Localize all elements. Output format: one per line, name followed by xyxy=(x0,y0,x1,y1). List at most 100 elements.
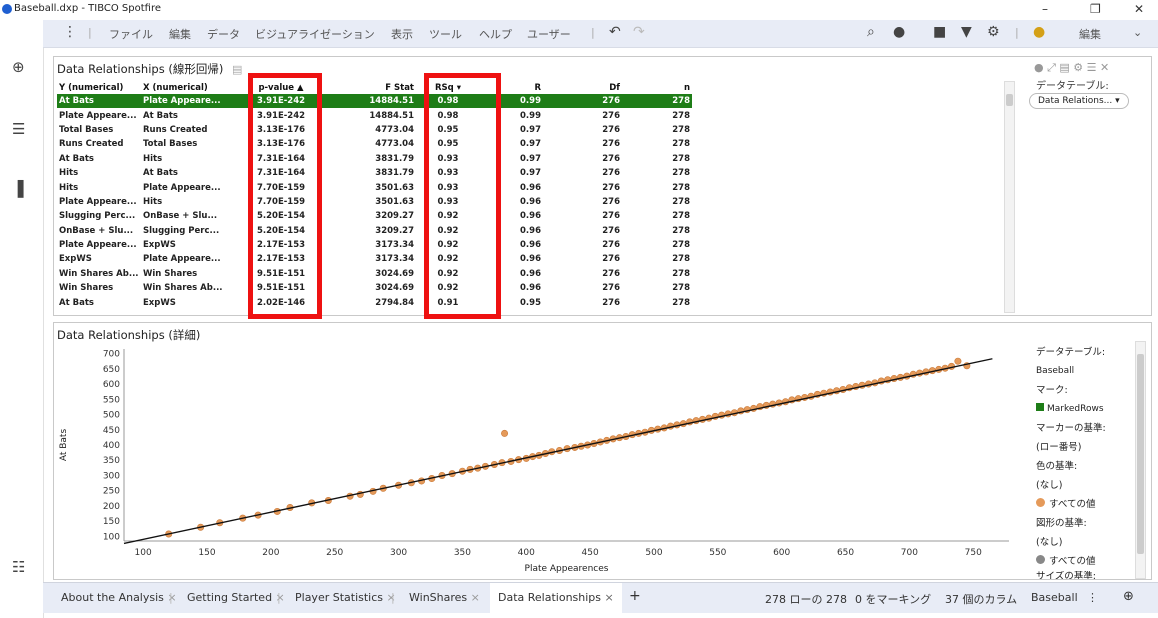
tab-winshares[interactable]: WinShares × xyxy=(409,591,480,604)
table-row[interactable]: At Bats ExpWS 2.02E-146 2794.84 0.91 0.95 276 2… xyxy=(57,295,692,309)
data-point[interactable] xyxy=(954,357,962,365)
menu-tools[interactable]: ツール xyxy=(429,26,462,42)
menu-visualization[interactable]: ビジュアライゼーション xyxy=(255,26,375,42)
column-header-fstat[interactable]: F Stat xyxy=(313,82,416,94)
panel-toolbar-icons[interactable]: ● ⤢ ▤ ⚙ ☰ ✕ xyxy=(1034,61,1109,75)
minimize-button[interactable]: – xyxy=(1042,2,1048,16)
column-header-x[interactable]: X (numerical) xyxy=(141,82,249,94)
table-row[interactable]: ExpWS Plate Appeare... 2.17E-153 3173.34 0.9… xyxy=(57,252,692,266)
add-icon[interactable]: ⊕ xyxy=(12,58,25,76)
tab-label: About the Analysis xyxy=(61,591,164,604)
close-tab-icon[interactable]: × xyxy=(605,591,614,604)
table-cell-fstat: 3024.69 xyxy=(375,268,414,279)
legend-color-by-label: 色の基準: xyxy=(1036,461,1078,472)
close-tab-icon[interactable]: × xyxy=(471,591,480,604)
legend-mark-label: マーク: xyxy=(1036,385,1068,396)
x-tick-label: 750 xyxy=(965,548,982,558)
menu-view[interactable]: 表示 xyxy=(391,26,413,42)
legend-shape-item[interactable]: すべての値 xyxy=(1036,552,1136,571)
scatter-plot[interactable]: 100 150 200 250 300 350 400 450 500 550 600 650 700 7… xyxy=(54,341,1014,577)
table-row[interactable]: Hits At Bats 7.31E-164 3831.79 0.93 0.97 276 27… xyxy=(57,166,692,180)
table-cell-x: Plate Appeare... xyxy=(143,182,221,193)
table-row[interactable]: Plate Appeare... Hits 7.70E-159 3501.63 0.93… xyxy=(57,195,692,209)
globe-icon[interactable]: ⊕ xyxy=(1123,589,1134,604)
legend-datatable-label: データテーブル: xyxy=(1036,347,1106,358)
settings-icon[interactable]: ⚙ xyxy=(987,24,1000,40)
more-menu-icon[interactable]: ⋮ xyxy=(63,24,77,40)
tab-player-statistics[interactable]: Player Statistics × xyxy=(295,591,396,604)
legend-mark-item[interactable]: MarkedRows xyxy=(1036,400,1136,419)
close-button[interactable]: ✕ xyxy=(1134,2,1144,16)
menu-edit[interactable]: 編集 xyxy=(169,26,191,42)
bookmark-icon[interactable]: ■ xyxy=(933,24,946,40)
table-cell-y: Runs Created xyxy=(59,139,124,150)
workflow-icon[interactable]: ☷ xyxy=(12,558,25,576)
y-axis-label: At Bats xyxy=(59,429,69,462)
pvalue-highlight-box xyxy=(248,73,322,319)
data-panel-icon[interactable]: ☰ xyxy=(12,120,25,138)
visualization-icon[interactable]: ▐ xyxy=(12,180,24,198)
add-tab-icon[interactable]: + xyxy=(629,588,641,604)
table-cell-x: Slugging Perc... xyxy=(143,225,220,236)
comments-icon[interactable]: ● xyxy=(893,24,905,40)
notification-icon[interactable]: ● xyxy=(1033,24,1045,40)
filter-icon[interactable]: ▼ xyxy=(961,24,972,40)
edit-mode-dropdown[interactable]: 編集 xyxy=(1079,26,1101,42)
table-scrollbar[interactable] xyxy=(1004,81,1015,313)
legend-scrollbar[interactable] xyxy=(1135,341,1146,579)
left-rail: ⊕ ☰ ▐ ☷ xyxy=(0,20,44,618)
scatter-panel: Data Relationships (詳細) 100 150 200 250 300 3… xyxy=(53,322,1152,580)
table-cell-y: Plate Appeare... xyxy=(59,110,137,121)
x-tick-label: 500 xyxy=(645,548,662,558)
table-row[interactable]: Slugging Perc... OnBase + Slu... 5.20E-154… xyxy=(57,209,692,223)
legend: データテーブル: Baseball マーク: MarkedRows マーカーの基… xyxy=(1036,343,1136,579)
table-cell-fstat: 3024.69 xyxy=(375,283,414,294)
chevron-down-icon[interactable]: ⌄ xyxy=(1133,26,1142,39)
column-header-y[interactable]: Y (numerical) xyxy=(57,82,141,94)
menu-file[interactable]: ファイル xyxy=(109,26,153,42)
restore-button[interactable]: ❐ xyxy=(1090,2,1101,16)
column-header-df[interactable]: Df xyxy=(543,82,622,94)
table-row[interactable]: Plate Appeare... At Bats 3.91E-242 14884.51… xyxy=(57,108,692,122)
table-row[interactable]: OnBase + Slu... Slugging Perc... 5.20E-154… xyxy=(57,224,692,238)
y-tick-label: 550 xyxy=(103,395,120,405)
table-cell-n: 278 xyxy=(672,240,690,251)
more-options-icon[interactable]: ⋮ xyxy=(1087,591,1098,604)
undo-icon[interactable]: ↶ xyxy=(609,24,621,40)
scroll-thumb[interactable] xyxy=(1137,354,1144,554)
data-table-dropdown[interactable]: Data Relations... ▾ xyxy=(1029,93,1129,109)
menu-help[interactable]: ヘルプ xyxy=(479,26,512,42)
menu-data[interactable]: データ xyxy=(207,26,240,42)
table-cell-n: 278 xyxy=(622,94,692,109)
table-row[interactable]: At Bats Hits 7.31E-164 3831.79 0.93 0.97 276 27… xyxy=(57,152,692,166)
tab-getting-started[interactable]: Getting Started × xyxy=(187,591,285,604)
table-row[interactable]: Win Shares Win Shares Ab... 9.51E-151 3024.… xyxy=(57,281,692,295)
status-row-count: 278 ローの 278 xyxy=(765,593,847,606)
column-header-n[interactable]: n xyxy=(622,82,692,94)
x-tick-label: 200 xyxy=(262,548,279,558)
table-row[interactable]: Total Bases Runs Created 3.13E-176 4773.04 0… xyxy=(57,123,692,137)
legend-color-item[interactable]: すべての値 xyxy=(1036,495,1136,514)
legend-shape-all: すべての値 xyxy=(1049,556,1096,567)
search-icon[interactable]: ⌕ xyxy=(867,24,875,40)
legend-size-by-label: サイズの基準: xyxy=(1036,571,1096,579)
menu-user[interactable]: ユーザー xyxy=(527,26,571,42)
table-row[interactable]: Runs Created Total Bases 3.13E-176 4773.04 0… xyxy=(57,137,692,151)
table-row[interactable]: Hits Plate Appeare... 7.70E-159 3501.63 0.93… xyxy=(57,180,692,194)
data-point[interactable] xyxy=(501,429,509,437)
table-cell-n: 278 xyxy=(672,283,690,294)
tab-data-relationships[interactable]: Data Relationships × xyxy=(490,583,622,613)
table-row[interactable]: Win Shares Ab... Win Shares 9.51E-151 3024.… xyxy=(57,267,692,281)
panel-menu-icon[interactable]: ▤ xyxy=(232,63,242,76)
table-cell-fstat: 3831.79 xyxy=(375,168,414,179)
redo-icon[interactable]: ↷ xyxy=(633,24,645,40)
table-row[interactable]: At Bats Plate Appeare... 3.91E-242 14884.51… xyxy=(57,94,692,109)
table-row[interactable]: Plate Appeare... ExpWS 2.17E-153 3173.34 0.9… xyxy=(57,238,692,252)
status-data-table[interactable]: Baseball xyxy=(1031,591,1078,604)
tab-about-the-analysis[interactable]: About the Analysis × xyxy=(61,591,177,604)
scroll-thumb[interactable] xyxy=(1006,94,1013,106)
table-cell-y: Plate Appeare... xyxy=(59,240,137,251)
legend-shape-by-label: 図形の基準: xyxy=(1036,518,1087,529)
table-cell-df: 276 xyxy=(602,124,620,135)
table-cell-n: 278 xyxy=(672,254,690,265)
